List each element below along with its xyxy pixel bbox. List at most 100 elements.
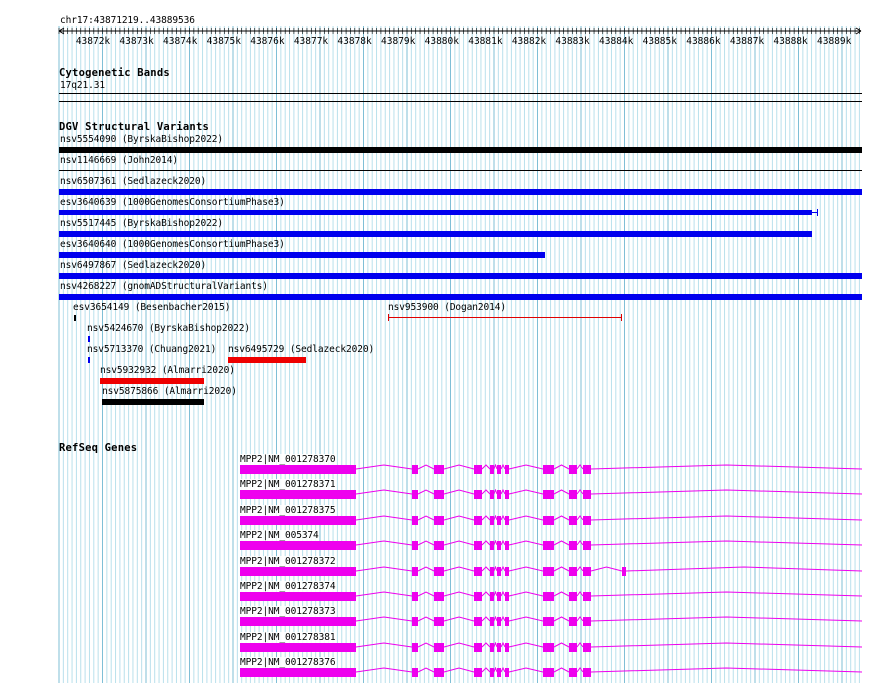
ruler-tick-label: 43879k [381, 36, 416, 47]
gene-exon [497, 617, 501, 627]
dgv-label: esv3640639 (1000GenomesConsortiumPhase3) [60, 197, 285, 208]
cytoband-track[interactable] [59, 93, 862, 94]
gene-intron [508, 464, 544, 470]
dgv-feature[interactable] [102, 399, 204, 405]
ruler-tick-label: 43889k [817, 36, 852, 47]
dgv-feature[interactable] [74, 315, 76, 321]
gene-exon [497, 592, 501, 601]
dgv-feature[interactable] [59, 273, 862, 279]
gene-intron [625, 566, 863, 572]
ruler-tick-label: 43887k [730, 36, 765, 47]
gene-intron [481, 464, 491, 470]
gene-intron [417, 540, 435, 546]
gene-model[interactable] [0, 616, 890, 632]
gene-exon [505, 541, 509, 551]
gene-exon [434, 617, 444, 627]
dgv-feature-end[interactable] [388, 314, 389, 321]
cytoband-label[interactable]: 17q21.31 [60, 80, 105, 91]
gene-model[interactable] [0, 514, 890, 531]
gene-intron [590, 667, 863, 673]
gene-intron [500, 514, 506, 521]
gene-exon [412, 465, 418, 474]
gene-exon [490, 465, 494, 474]
gene-intron [500, 591, 506, 597]
gene-exon [505, 566, 509, 576]
gene-intron [481, 565, 491, 571]
ruler-tick-label: 43873k [119, 36, 154, 47]
gene-exon [497, 541, 501, 551]
gene-intron [590, 566, 623, 572]
gene-exon [240, 642, 356, 652]
dgv-label: nsv5932932 (Almarri2020) [100, 365, 235, 376]
gene-intron [500, 667, 506, 673]
gene-exon [240, 465, 356, 474]
dgv-label: nsv5424670 (ByrskaBishop2022) [87, 323, 250, 334]
gene-exon [474, 490, 482, 500]
dgv-feature[interactable] [388, 317, 622, 318]
gene-exon [474, 592, 482, 601]
gene-intron [417, 616, 435, 622]
dgv-feature[interactable] [59, 294, 862, 300]
gene-model[interactable] [0, 489, 890, 505]
gene-exon [505, 642, 509, 652]
dgv-label: nsv953900 (Dogan2014) [388, 302, 507, 313]
gene-exon [569, 617, 577, 627]
gene-intron [590, 616, 863, 622]
gene-model[interactable] [0, 641, 890, 658]
dgv-feature[interactable] [59, 147, 862, 153]
dgv-feature[interactable] [59, 231, 812, 237]
gene-intron [508, 667, 544, 673]
ruler-tick-label: 43886k [686, 36, 721, 47]
dgv-feature[interactable] [59, 252, 545, 258]
gene-intron [590, 540, 863, 546]
gene-intron [355, 642, 413, 648]
gene-exon [434, 566, 444, 576]
gene-intron [481, 642, 491, 648]
gene-intron [443, 464, 475, 470]
gene-model[interactable] [0, 667, 890, 683]
gene-intron [443, 566, 475, 572]
dgv-feature[interactable] [100, 378, 204, 384]
gene-exon [569, 642, 577, 652]
gene-intron [508, 642, 544, 648]
gene-exon [583, 541, 591, 551]
gene-intron [481, 540, 491, 546]
dgv-feature[interactable] [88, 357, 90, 363]
gene-model[interactable] [0, 540, 890, 556]
dgv-feature[interactable] [88, 336, 90, 342]
gene-exon [412, 617, 418, 627]
gene-exon [434, 490, 444, 500]
dgv-feature-end[interactable] [621, 314, 622, 321]
gene-model[interactable] [0, 565, 890, 582]
gene-exon [569, 515, 577, 525]
gene-intron [576, 641, 584, 648]
dgv-feature[interactable] [59, 170, 862, 171]
position-ruler[interactable]: 43872k 43873k 43874k 43875k 43876k 43877k 4387… [0, 24, 890, 48]
gene-intron [508, 515, 544, 521]
gene-exon [583, 668, 591, 678]
gene-exon [434, 515, 444, 525]
gene-intron [355, 566, 413, 572]
gene-intron [355, 616, 413, 622]
dgv-feature-tail[interactable] [817, 209, 818, 216]
gene-intron [443, 642, 475, 648]
gene-exon [490, 490, 494, 500]
gene-exon [543, 465, 554, 474]
gene-intron [553, 591, 570, 597]
gene-exon [569, 490, 577, 500]
dgv-feature[interactable] [228, 357, 306, 363]
gene-model[interactable] [0, 591, 890, 607]
dgv-feature[interactable] [59, 189, 862, 195]
gene-model[interactable] [0, 464, 890, 480]
gene-exon [240, 541, 356, 551]
gene-exon [434, 592, 444, 601]
gene-intron [493, 489, 498, 495]
gene-exon [543, 668, 554, 678]
gene-exon [490, 592, 494, 601]
gene-exon [497, 566, 501, 576]
dgv-feature[interactable] [59, 210, 812, 215]
gene-intron [590, 489, 863, 495]
ruler-tick-label: 43881k [468, 36, 503, 47]
gene-intron [355, 591, 413, 597]
gene-intron [590, 515, 863, 521]
